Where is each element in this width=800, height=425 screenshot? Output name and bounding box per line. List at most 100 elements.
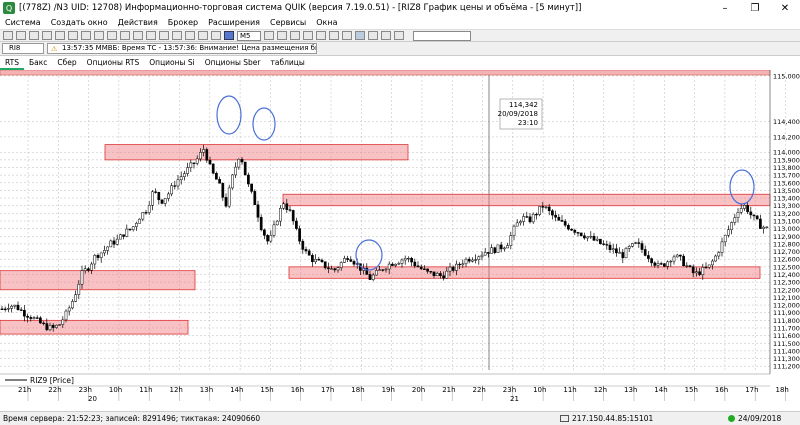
refresh-icon[interactable] bbox=[211, 31, 221, 40]
export-icon[interactable] bbox=[146, 31, 156, 40]
edit-tool-icon[interactable] bbox=[381, 31, 391, 40]
menu-windows[interactable]: Окна bbox=[311, 18, 342, 27]
tab-tables[interactable]: таблицы bbox=[266, 56, 310, 70]
candle-body bbox=[282, 203, 285, 209]
candle-body bbox=[711, 260, 714, 266]
menu-extensions[interactable]: Расширения bbox=[203, 18, 265, 27]
tab-options-rts[interactable]: Опционы RTS bbox=[82, 56, 145, 70]
candle-body bbox=[727, 229, 730, 236]
candle-body bbox=[506, 245, 509, 249]
candle-body bbox=[570, 228, 573, 231]
candle-body bbox=[541, 206, 545, 208]
x-tick-label: 15h bbox=[685, 386, 698, 394]
candle-body bbox=[707, 264, 711, 268]
tab-bar: RTS Бакс Сбер Опционы RTS Опционы Si Опц… bbox=[0, 56, 800, 70]
ray-tool-icon[interactable] bbox=[329, 31, 339, 40]
tab-usd[interactable]: Бакс bbox=[24, 56, 52, 70]
new-window-icon[interactable] bbox=[3, 31, 13, 40]
candle-body bbox=[698, 271, 701, 275]
menu-services[interactable]: Сервисы bbox=[265, 18, 311, 27]
candle-body bbox=[605, 244, 609, 246]
server-status-text: Время сервера: 21:52:23; записей: 829149… bbox=[3, 414, 261, 423]
window-icon[interactable] bbox=[185, 31, 195, 40]
ticker-symbol-field[interactable]: RI8 bbox=[2, 43, 44, 54]
grid-icon[interactable] bbox=[198, 31, 208, 40]
candle-body bbox=[314, 258, 317, 263]
candle-body bbox=[499, 244, 503, 250]
candle-body bbox=[138, 218, 141, 224]
lock-icon[interactable] bbox=[172, 31, 182, 40]
candle-body bbox=[298, 228, 301, 242]
x-tick-label: 21h bbox=[18, 386, 31, 394]
menu-system[interactable]: Система bbox=[0, 18, 46, 27]
maximize-button[interactable]: ❐ bbox=[740, 0, 770, 16]
candle-body bbox=[349, 259, 353, 262]
candle-body bbox=[272, 224, 276, 236]
candle-body bbox=[573, 229, 577, 233]
x-tick-label: 23h bbox=[503, 386, 516, 394]
options-icon[interactable] bbox=[107, 31, 117, 40]
menu-create-window[interactable]: Создать окно bbox=[46, 18, 113, 27]
ticker-message-field[interactable]: ⚠ 13:57:35 ММВБ: Время ТС - 13:57:36: Вн… bbox=[47, 43, 317, 54]
news-icon[interactable] bbox=[81, 31, 91, 40]
zoom-in-icon[interactable] bbox=[290, 31, 300, 40]
level-tool-icon[interactable] bbox=[342, 31, 352, 40]
menu-broker[interactable]: Брокер bbox=[163, 18, 203, 27]
orders-icon[interactable] bbox=[29, 31, 39, 40]
candle-body bbox=[755, 215, 759, 220]
x-tick-label: 16h bbox=[715, 386, 728, 394]
candle-body bbox=[240, 158, 244, 163]
tooltip-time: 23:10 bbox=[518, 119, 538, 127]
candle-body bbox=[48, 325, 52, 331]
tab-options-si[interactable]: Опционы Si bbox=[144, 56, 199, 70]
crosshair-icon[interactable] bbox=[264, 31, 274, 40]
menu-actions[interactable]: Действия bbox=[113, 18, 163, 27]
line-tool-icon[interactable] bbox=[316, 31, 326, 40]
tab-rts[interactable]: RTS bbox=[0, 56, 25, 70]
candle-body bbox=[765, 226, 769, 228]
candle-body bbox=[192, 162, 196, 164]
search-input[interactable] bbox=[413, 30, 471, 41]
tab-sber[interactable]: Сбер bbox=[52, 56, 81, 70]
candle-body bbox=[666, 261, 669, 267]
portfolio-icon[interactable] bbox=[55, 31, 65, 40]
candle-body bbox=[263, 229, 266, 236]
candle-body bbox=[704, 266, 708, 269]
bar-chart-icon[interactable] bbox=[224, 31, 234, 40]
candle-body bbox=[253, 191, 257, 206]
minimize-button[interactable]: – bbox=[710, 0, 740, 16]
candle-body bbox=[531, 213, 535, 223]
zoom-out-icon[interactable] bbox=[303, 31, 313, 40]
candle-body bbox=[458, 263, 461, 266]
trades-icon[interactable] bbox=[42, 31, 52, 40]
menu-bar: Система Создать окно Действия Брокер Рас… bbox=[0, 16, 800, 29]
chart-icon[interactable] bbox=[94, 31, 104, 40]
candle-body bbox=[186, 167, 189, 174]
price-chart[interactable]: 115,000114,400114,200114,000113,900113,8… bbox=[0, 70, 800, 401]
close-button[interactable]: ✕ bbox=[770, 0, 800, 16]
candle-body bbox=[279, 208, 282, 222]
move-icon[interactable] bbox=[277, 31, 287, 40]
rectangle-tool-icon[interactable] bbox=[368, 31, 378, 40]
hand-tool-icon[interactable] bbox=[355, 31, 365, 40]
candle-body bbox=[749, 211, 753, 216]
candle-body bbox=[688, 265, 692, 267]
candle-body bbox=[83, 268, 87, 271]
network-icon bbox=[560, 415, 569, 422]
search-icon[interactable] bbox=[394, 31, 404, 40]
candle-body bbox=[493, 247, 497, 253]
x-tick-label: 17h bbox=[745, 386, 758, 394]
table-icon[interactable] bbox=[16, 31, 26, 40]
candle-body bbox=[717, 252, 721, 257]
interval-select[interactable]: M5 bbox=[237, 30, 261, 41]
candle-body bbox=[547, 206, 551, 211]
alerts-icon[interactable] bbox=[120, 31, 130, 40]
settings-icon[interactable] bbox=[159, 31, 169, 40]
quotes-icon[interactable] bbox=[68, 31, 78, 40]
tab-options-sber[interactable]: Опционы Sber bbox=[200, 56, 266, 70]
print-icon[interactable] bbox=[133, 31, 143, 40]
candle-body bbox=[519, 221, 522, 224]
candle-body bbox=[496, 244, 500, 253]
candle-body bbox=[378, 269, 381, 271]
ticker-bar: RI8 ⚠ 13:57:35 ММВБ: Время ТС - 13:57:36… bbox=[0, 41, 800, 56]
